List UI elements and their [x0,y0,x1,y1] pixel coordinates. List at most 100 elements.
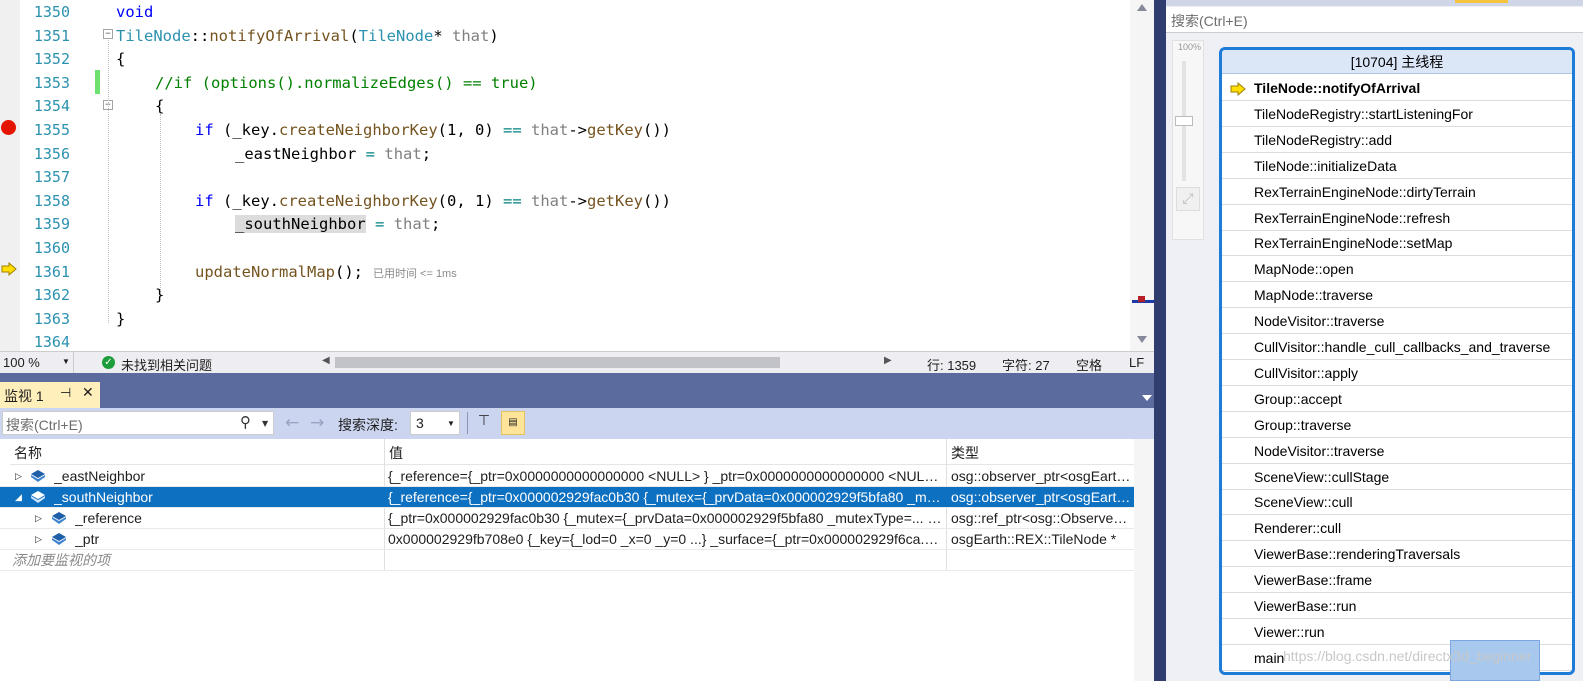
scroll-up-arrow-icon[interactable] [1137,4,1147,11]
search-icon[interactable]: ⚲ [240,413,251,431]
thread-header[interactable]: [10704] 主线程 [1222,50,1572,74]
stack-frame[interactable]: ViewerBase::run [1222,593,1572,619]
stack-frame[interactable]: RexTerrainEngineNode::dirtyTerrain [1222,179,1572,205]
perftip-elapsed-time[interactable]: 已用时间 <= 1ms [363,268,457,280]
column-header-value[interactable]: 值 [384,439,946,465]
stack-frame[interactable]: Group::accept [1222,386,1572,412]
scroll-left-icon[interactable]: ◀ [322,355,330,366]
search-dropdown-icon[interactable]: ▼ [262,419,268,428]
scroll-right-icon[interactable]: ▶ [884,355,892,366]
watch-row[interactable]: ▷ _reference {_ptr=0x000002929fac0b30 {_… [0,508,1134,529]
pin-icon[interactable]: ⊣ [60,385,71,401]
add-watch-placeholder[interactable]: 添加要监视的项 [12,550,382,571]
code-line-1361[interactable]: updateNormalMap(); 已用时间 <= 1ms [195,260,457,286]
zoom-slider[interactable]: 100% ⤢ [1172,40,1204,240]
line-number: 1363 [33,309,70,328]
parameter: that [393,215,432,234]
indent-guide [160,114,161,292]
stack-frame[interactable]: MapNode::open [1222,256,1572,283]
expand-icon[interactable]: ▷ [35,529,42,549]
thread-stack-box[interactable]: [10704] 主线程 TileNode::notifyOfArrival Til… [1219,47,1575,675]
column-header-type[interactable]: 类型 [946,439,1134,465]
watch-value[interactable]: {_reference={_ptr=0x000002929fac0b30 {_m… [388,487,942,508]
breakpoint-margin[interactable] [0,0,20,351]
watch-search-input[interactable]: 搜索(Ctrl+E) [2,411,274,435]
code-line-1352[interactable]: { [116,47,125,71]
whitespace-indicator[interactable]: 空格 [1076,355,1102,374]
horizontal-scroll-thumb[interactable] [335,357,780,368]
arrow-operator: -> [568,121,588,139]
code-line-1362[interactable]: } [155,283,164,307]
issues-status[interactable]: 未找到相关问题 [121,355,212,374]
expand-icon[interactable]: ▷ [15,466,22,486]
callstack-search-input[interactable]: 搜索(Ctrl+E) [1166,7,1583,33]
watch-value[interactable]: {_ptr=0x000002929fac0b30 {_mutex={_prvDa… [388,508,942,529]
scroll-down-arrow-icon[interactable] [1137,336,1147,343]
zoom-slider-thumb[interactable] [1175,116,1193,126]
search-depth-select[interactable]: 3 ▼ [410,411,460,435]
stack-frame[interactable]: SceneView::cullStage [1222,464,1572,490]
stack-frame[interactable]: RexTerrainEngineNode::refresh [1222,205,1572,231]
watch-grid: 名称 值 类型 ▷ _eastNeighbor {_reference={_pt… [0,439,1154,681]
panel-splitter[interactable] [1154,0,1166,681]
watch-name: _reference [75,510,142,526]
search-back-arrow-icon[interactable]: ← [285,413,299,433]
line-number: 1361 [33,262,70,281]
change-indicator [95,70,100,94]
stack-frame[interactable]: MapNode::traverse [1222,282,1572,309]
editor-vertical-scrollbar[interactable] [1130,0,1154,351]
search-forward-arrow-icon[interactable]: → [310,413,324,433]
code-line-1358[interactable]: if (_key.createNeighborKey(0, 1) == that… [195,189,671,213]
zoom-dropdown-icon[interactable]: ▼ [62,357,70,366]
close-icon[interactable]: ✕ [82,384,94,401]
stack-frame[interactable]: TileNode::notifyOfArrival [1222,75,1572,101]
watch-value[interactable]: {_reference={_ptr=0x0000000000000000 <NU… [388,466,942,487]
stack-frame[interactable]: Group::traverse [1222,412,1572,438]
breakpoint-icon[interactable] [1,120,16,135]
code-editor[interactable]: 1350 1351 1352 1353 1354 1355 1356 1357 … [0,0,1154,351]
code-line-1353[interactable]: //if (options().normalizeEdges() == true… [155,71,538,95]
code-line-1356[interactable]: _eastNeighbor = that; [235,142,431,166]
stack-frame[interactable]: CullVisitor::handle_cull_callbacks_and_t… [1222,334,1572,360]
stack-frame[interactable]: NodeVisitor::traverse [1222,308,1572,335]
stack-frame[interactable]: TileNodeRegistry::startListeningFor [1222,101,1572,127]
stack-frame[interactable]: SceneView::cull [1222,489,1572,516]
add-watch-row[interactable]: 添加要监视的项 [0,550,1134,571]
view-hex-toggle-icon[interactable]: ▤ [501,411,525,435]
line-number: 1358 [33,191,70,210]
column-header-name[interactable]: 名称 [10,439,384,465]
watch-vertical-scrollbar[interactable] [1134,439,1154,681]
line-indicator[interactable]: 行: 1359 [927,355,976,374]
line-number: 1352 [33,50,70,69]
stack-frame[interactable]: TileNodeRegistry::add [1222,127,1572,153]
zoom-level[interactable]: 100 % [3,355,40,370]
code-line-1355[interactable]: if (_key.createNeighborKey(1, 0) == that… [195,118,671,142]
member-access: (_key. [223,191,280,210]
stack-frame[interactable]: ViewerBase::frame [1222,567,1572,594]
collapse-toggle[interactable]: − [103,29,113,39]
stack-frame[interactable]: ViewerBase::renderingTraversals [1222,541,1572,568]
stack-frame[interactable]: Renderer::cull [1222,515,1572,542]
stack-frame[interactable]: CullVisitor::apply [1222,360,1572,386]
watch-row[interactable]: ◢ _southNeighbor {_reference={_ptr=0x000… [0,487,1134,508]
filter-icon[interactable]: ⊤ [474,413,494,433]
expand-icon[interactable]: ▷ [35,508,42,528]
stack-frame[interactable]: NodeVisitor::traverse [1222,438,1572,464]
zoom-to-fit-icon[interactable]: ⤢ [1176,187,1200,211]
operator: = [365,144,376,163]
code-line-1354[interactable]: { [155,94,164,118]
code-line-1363[interactable]: } [116,307,125,331]
stack-frame[interactable]: RexTerrainEngineNode::setMap [1222,230,1572,257]
line-ending-indicator[interactable]: LF [1129,355,1144,370]
panel-options-icon[interactable] [1142,395,1152,401]
char-indicator[interactable]: 字符: 27 [1002,355,1050,374]
tab-watch-1[interactable]: 监视 1 ⊣ ✕ [0,382,100,408]
code-line-1351[interactable]: TileNode::notifyOfArrival(TileNode* that… [116,24,499,48]
collapse-icon[interactable]: ◢ [15,487,22,507]
watch-row[interactable]: ▷ _ptr 0x000002929fb708e0 {_key={_lod=0 … [0,529,1134,550]
code-line-1359[interactable]: _southNeighbor = that; [235,212,440,236]
code-line-1350[interactable]: void [116,0,153,24]
watch-row[interactable]: ▷ _eastNeighbor {_reference={_ptr=0x0000… [0,466,1134,487]
stack-frame[interactable]: TileNode::initializeData [1222,153,1572,179]
watch-value[interactable]: 0x000002929fb708e0 {_key={_lod=0 _x=0 _y… [388,529,942,550]
